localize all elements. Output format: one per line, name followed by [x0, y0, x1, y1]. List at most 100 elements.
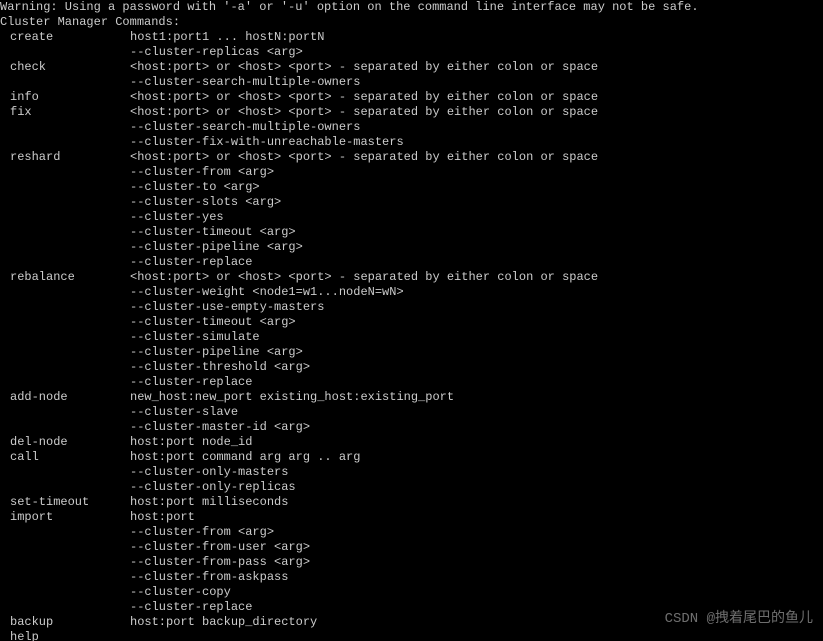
- command-desc: --cluster-replace: [130, 375, 823, 390]
- command-desc: [130, 630, 823, 641]
- terminal-text: Warning: Using a password with '-a' or '…: [0, 0, 699, 15]
- command-desc: --cluster-from-user <arg>: [130, 540, 823, 555]
- terminal-line: --cluster-from <arg>: [0, 165, 823, 180]
- command-desc: host:port: [130, 510, 823, 525]
- terminal-line: --cluster-replicas <arg>: [0, 45, 823, 60]
- terminal-output: Warning: Using a password with '-a' or '…: [0, 0, 823, 641]
- command-desc: --cluster-pipeline <arg>: [130, 345, 823, 360]
- terminal-line: reshard<host:port> or <host> <port> - se…: [0, 150, 823, 165]
- terminal-line: createhost1:port1 ... hostN:portN: [0, 30, 823, 45]
- terminal-line: --cluster-copy: [0, 585, 823, 600]
- command-name: help: [0, 630, 130, 641]
- command-name: reshard: [0, 150, 130, 165]
- command-name: [0, 165, 130, 180]
- terminal-line: --cluster-master-id <arg>: [0, 420, 823, 435]
- command-name: [0, 555, 130, 570]
- terminal-line: --cluster-only-replicas: [0, 480, 823, 495]
- terminal-line: --cluster-search-multiple-owners: [0, 75, 823, 90]
- command-name: [0, 585, 130, 600]
- command-name: fix: [0, 105, 130, 120]
- command-name: call: [0, 450, 130, 465]
- command-name: [0, 480, 130, 495]
- terminal-line: --cluster-from-askpass: [0, 570, 823, 585]
- terminal-line: --cluster-slave: [0, 405, 823, 420]
- terminal-line: --cluster-from-pass <arg>: [0, 555, 823, 570]
- terminal-line: callhost:port command arg arg .. arg: [0, 450, 823, 465]
- terminal-line: --cluster-replace: [0, 255, 823, 270]
- command-desc: --cluster-from-pass <arg>: [130, 555, 823, 570]
- command-name: [0, 315, 130, 330]
- command-name: [0, 300, 130, 315]
- command-desc: --cluster-copy: [130, 585, 823, 600]
- command-desc: --cluster-timeout <arg>: [130, 225, 823, 240]
- command-desc: --cluster-replace: [130, 255, 823, 270]
- command-name: [0, 570, 130, 585]
- command-desc: --cluster-from <arg>: [130, 165, 823, 180]
- command-desc: <host:port> or <host> <port> - separated…: [130, 105, 823, 120]
- command-desc: --cluster-replicas <arg>: [130, 45, 823, 60]
- command-name: [0, 45, 130, 60]
- command-desc: --cluster-fix-with-unreachable-masters: [130, 135, 823, 150]
- command-name: [0, 195, 130, 210]
- command-desc: host:port command arg arg .. arg: [130, 450, 823, 465]
- command-name: [0, 210, 130, 225]
- command-desc: host:port node_id: [130, 435, 823, 450]
- command-desc: <host:port> or <host> <port> - separated…: [130, 270, 823, 285]
- command-desc: --cluster-weight <node1=w1...nodeN=wN>: [130, 285, 823, 300]
- terminal-line: --cluster-timeout <arg>: [0, 225, 823, 240]
- command-name: [0, 225, 130, 240]
- command-name: [0, 285, 130, 300]
- command-name: add-node: [0, 390, 130, 405]
- terminal-line: --cluster-only-masters: [0, 465, 823, 480]
- terminal-line: --cluster-replace: [0, 375, 823, 390]
- command-name: [0, 525, 130, 540]
- terminal-line: Cluster Manager Commands:: [0, 15, 823, 30]
- command-name: [0, 180, 130, 195]
- command-name: [0, 255, 130, 270]
- command-name: [0, 360, 130, 375]
- terminal-line: --cluster-pipeline <arg>: [0, 240, 823, 255]
- command-name: import: [0, 510, 130, 525]
- terminal-line: --cluster-yes: [0, 210, 823, 225]
- terminal-line: --cluster-to <arg>: [0, 180, 823, 195]
- terminal-line: --cluster-from <arg>: [0, 525, 823, 540]
- command-desc: --cluster-to <arg>: [130, 180, 823, 195]
- command-desc: --cluster-search-multiple-owners: [130, 120, 823, 135]
- command-desc: host:port milliseconds: [130, 495, 823, 510]
- command-name: [0, 330, 130, 345]
- terminal-line: --cluster-threshold <arg>: [0, 360, 823, 375]
- command-name: [0, 600, 130, 615]
- command-desc: --cluster-simulate: [130, 330, 823, 345]
- command-name: rebalance: [0, 270, 130, 285]
- terminal-line: fix<host:port> or <host> <port> - separa…: [0, 105, 823, 120]
- terminal-line: --cluster-from-user <arg>: [0, 540, 823, 555]
- command-desc: --cluster-master-id <arg>: [130, 420, 823, 435]
- terminal-line: --cluster-search-multiple-owners: [0, 120, 823, 135]
- terminal-line: set-timeouthost:port milliseconds: [0, 495, 823, 510]
- terminal-line: --cluster-slots <arg>: [0, 195, 823, 210]
- command-name: [0, 135, 130, 150]
- command-desc: --cluster-only-replicas: [130, 480, 823, 495]
- terminal-line: --cluster-fix-with-unreachable-masters: [0, 135, 823, 150]
- command-name: [0, 540, 130, 555]
- command-name: create: [0, 30, 130, 45]
- command-desc: --cluster-yes: [130, 210, 823, 225]
- terminal-line: --cluster-use-empty-masters: [0, 300, 823, 315]
- command-desc: --cluster-only-masters: [130, 465, 823, 480]
- command-desc: --cluster-use-empty-masters: [130, 300, 823, 315]
- command-desc: --cluster-slave: [130, 405, 823, 420]
- command-desc: --cluster-threshold <arg>: [130, 360, 823, 375]
- watermark: CSDN @拽着尾巴的鱼儿: [665, 612, 813, 627]
- command-name: [0, 75, 130, 90]
- command-desc: --cluster-pipeline <arg>: [130, 240, 823, 255]
- command-name: [0, 405, 130, 420]
- command-desc: <host:port> or <host> <port> - separated…: [130, 150, 823, 165]
- terminal-line: --cluster-weight <node1=w1...nodeN=wN>: [0, 285, 823, 300]
- terminal-line: add-nodenew_host:new_port existing_host:…: [0, 390, 823, 405]
- command-desc: --cluster-from <arg>: [130, 525, 823, 540]
- command-name: check: [0, 60, 130, 75]
- command-name: [0, 465, 130, 480]
- command-desc: --cluster-from-askpass: [130, 570, 823, 585]
- command-desc: --cluster-search-multiple-owners: [130, 75, 823, 90]
- terminal-line: check<host:port> or <host> <port> - sepa…: [0, 60, 823, 75]
